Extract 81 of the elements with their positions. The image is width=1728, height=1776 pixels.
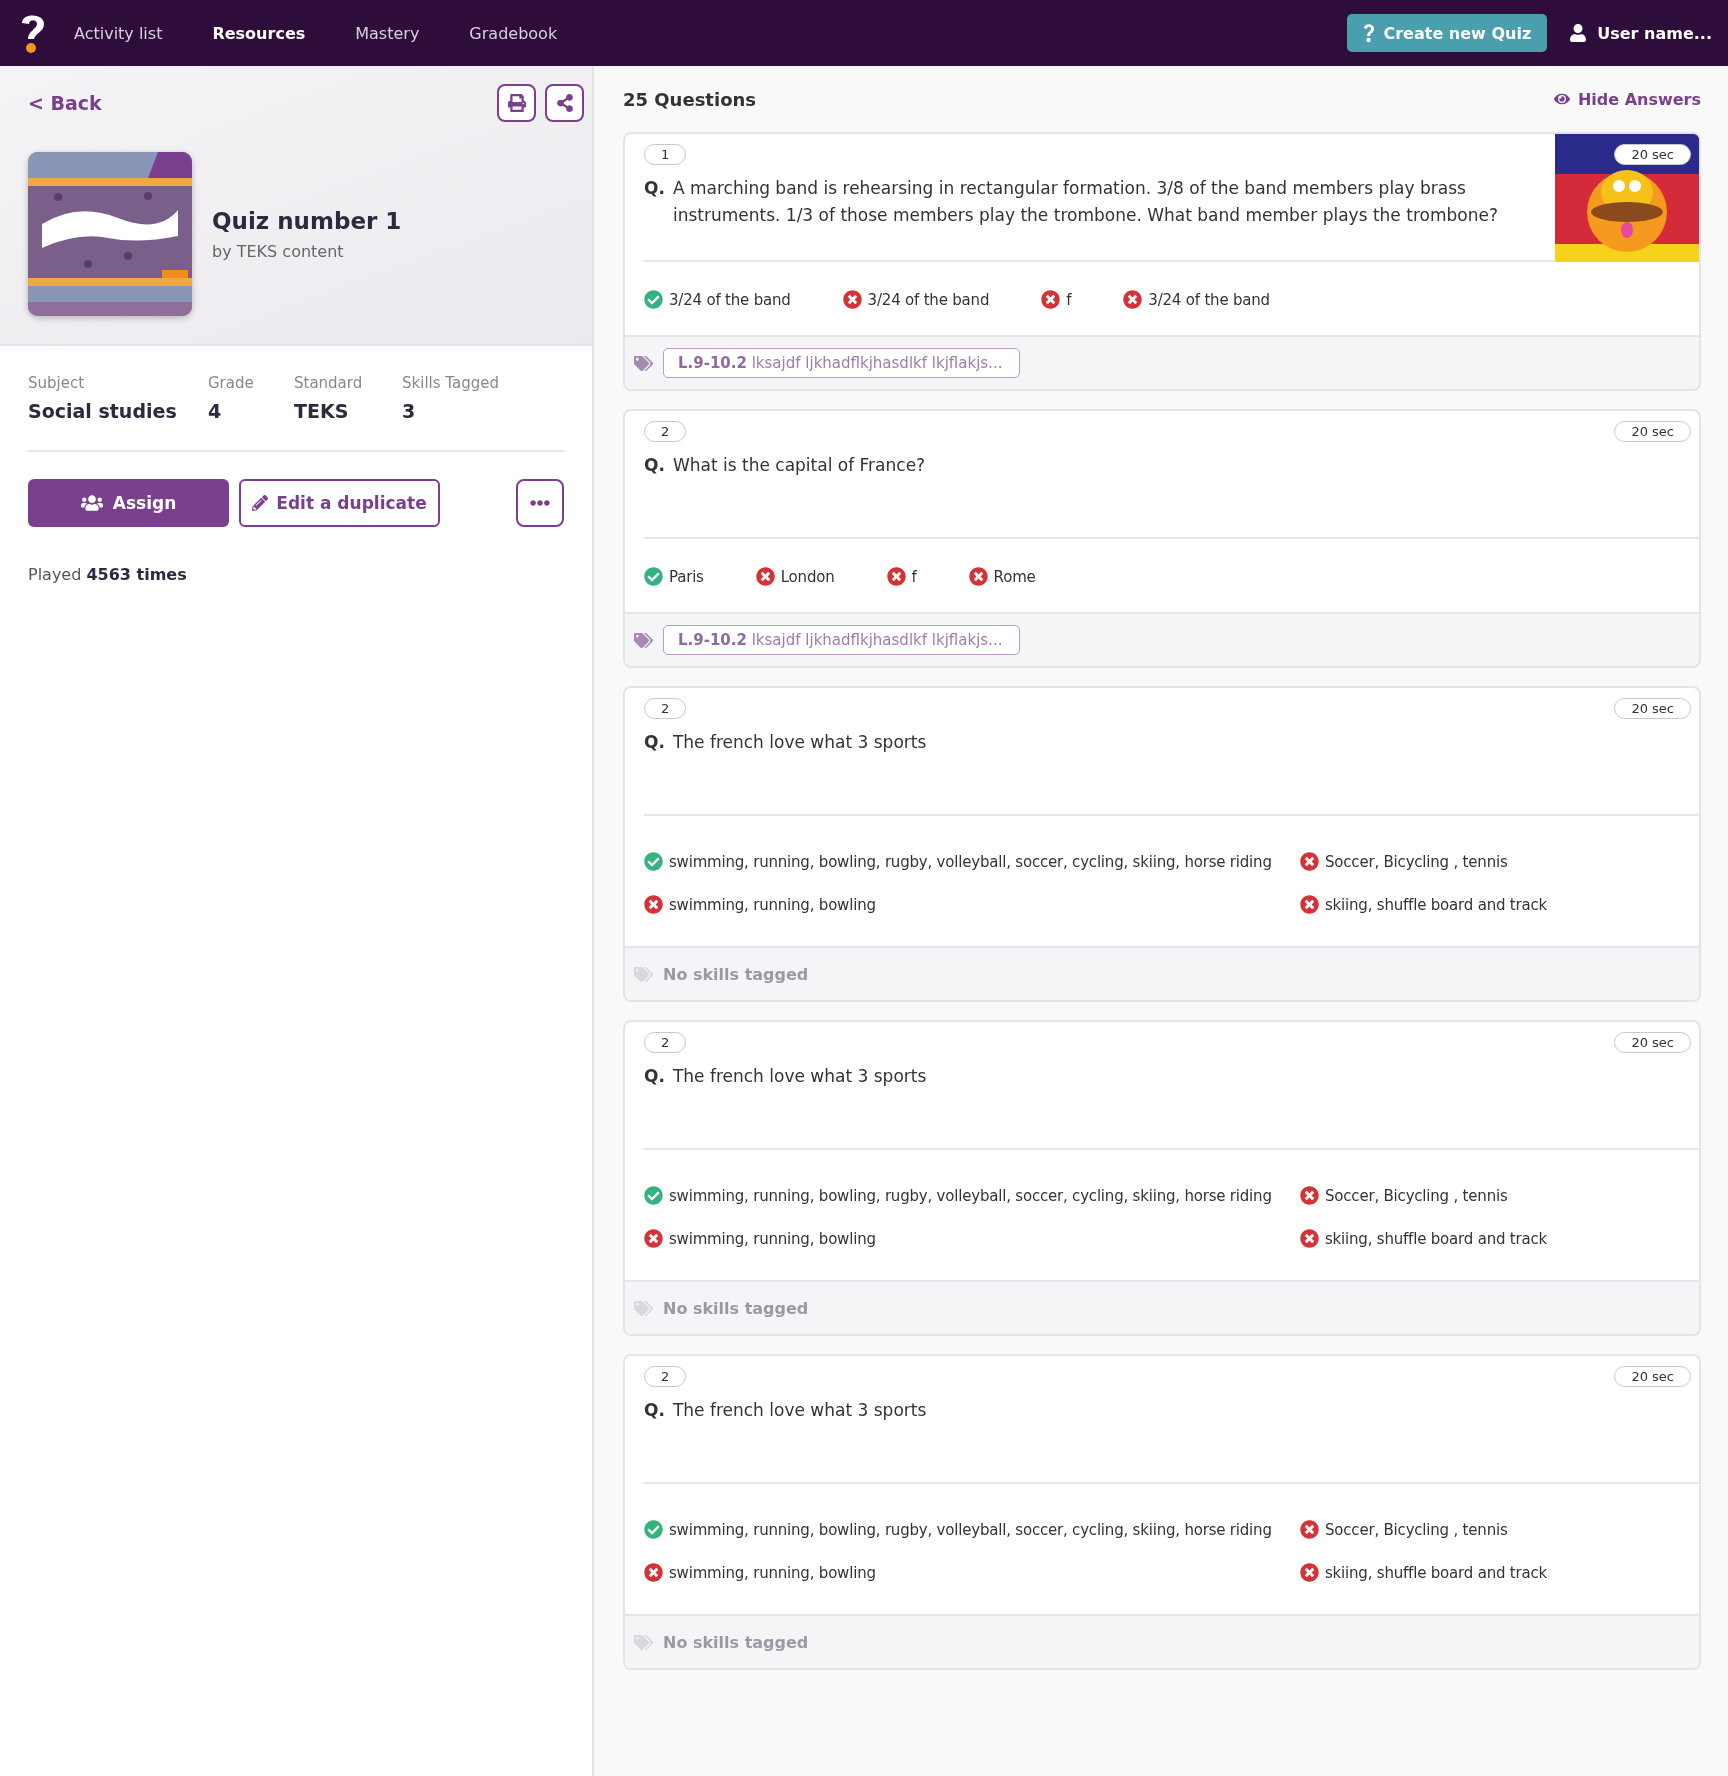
answer-text: Soccer, Bicycling , tennis	[1325, 852, 1508, 871]
answer-text: Rome	[993, 567, 1036, 586]
nav-link[interactable]: Gradebook	[469, 23, 558, 43]
assign-button[interactable]: Assign	[28, 479, 229, 527]
time-badge: 20 sec	[1614, 698, 1691, 719]
answer-text: f	[1066, 290, 1072, 309]
nav-link[interactable]: Mastery	[355, 23, 420, 43]
question-text: The french love what 3 sports	[672, 1065, 928, 1088]
no-skills-text: No skills tagged	[663, 1632, 809, 1652]
pencil-icon	[252, 495, 269, 511]
quiz-title: Quiz number 1	[212, 207, 402, 234]
answer-text: swimming, running, bowling	[669, 1563, 876, 1582]
question-prefix: Q.	[644, 177, 665, 200]
edit-duplicate-button[interactable]: Edit a duplicate	[239, 479, 440, 527]
tag-icon	[634, 964, 653, 984]
hide-answers-link[interactable]: Hide Answers	[1553, 89, 1701, 109]
stat-label: Subject	[28, 374, 86, 392]
question-number: 2	[644, 1366, 687, 1387]
more-button[interactable]	[516, 479, 564, 527]
question-prefix: Q.	[644, 454, 665, 477]
back-link[interactable]: < Back	[28, 92, 488, 114]
stat-label: Skills Tagged	[402, 374, 500, 392]
stat-value: Social studies	[28, 400, 178, 422]
question-prefix: Q.	[644, 731, 665, 754]
stat-value: TEKS	[294, 400, 350, 422]
answer-text: swimming, running, bowling, rugby, volleyball, soccer, cycling, skiing, horse riding	[669, 1520, 1272, 1539]
print-button[interactable]	[497, 84, 536, 122]
question-mark-icon	[1363, 23, 1376, 43]
nav-link[interactable]: Resources	[212, 23, 306, 43]
skill-tag[interactable]: L.9-10.2 lksajdf ljkhadflkjhasdlkf lkjflakjs...	[663, 348, 1020, 378]
tag-icon	[634, 353, 653, 373]
answer-text: 3/24 of the band	[867, 290, 990, 309]
stat-value: 4	[208, 400, 223, 422]
no-skills-text: No skills tagged	[663, 1298, 809, 1318]
answer-text: skiing, shuffle board and track	[1325, 1229, 1547, 1248]
time-badge: 20 sec	[1614, 421, 1691, 442]
question-text: A marching band is rehearsing in rectangular formation. 3/8 of the band members play brass instruments. 1/3 of those members play the trombone. What band member plays the trombone?	[672, 177, 1499, 228]
answer-text: London	[780, 567, 835, 586]
answer-text: 3/24 of the band	[1148, 290, 1270, 309]
answer-text: swimming, running, bowling	[669, 1229, 876, 1248]
question-text: The french love what 3 sports	[672, 731, 928, 754]
answer-text: Paris	[669, 567, 704, 586]
answer-text: Soccer, Bicycling , tennis	[1325, 1520, 1508, 1539]
stat-label: Standard	[294, 374, 364, 392]
people-icon	[80, 492, 103, 514]
answer-text: skiing, shuffle board and track	[1325, 1563, 1547, 1582]
time-badge: 20 sec	[1614, 1366, 1691, 1387]
question-text: The french love what 3 sports	[672, 1399, 928, 1422]
print-icon	[507, 94, 526, 112]
played-count: Played 4563 times	[27, 564, 188, 584]
user-menu[interactable]: User name...	[1569, 23, 1712, 43]
eye-icon	[1553, 91, 1570, 107]
tag-icon	[634, 1632, 653, 1652]
skill-tag[interactable]: L.9-10.2 lksajdf ljkhadflkjhasdlkf lkjflakjs...	[663, 625, 1020, 655]
time-badge: 20 sec	[1614, 144, 1691, 165]
question-text: What is the capital of France?	[672, 454, 927, 477]
answer-text: swimming, running, bowling	[669, 895, 876, 914]
question-number: 2	[644, 698, 687, 719]
question-prefix: Q.	[644, 1399, 665, 1422]
share-icon	[555, 94, 574, 112]
question-number: 2	[644, 421, 687, 442]
share-button[interactable]	[545, 84, 584, 122]
answer-text: 3/24 of the band	[669, 290, 791, 309]
stat-value: 3	[402, 400, 417, 422]
tag-icon	[634, 630, 653, 650]
tag-icon	[634, 1298, 653, 1318]
user-icon	[1569, 24, 1588, 42]
time-badge: 20 sec	[1614, 1032, 1691, 1053]
stat-label: Grade	[208, 374, 255, 392]
answer-text: Soccer, Bicycling , tennis	[1325, 1186, 1508, 1205]
question-number: 2	[644, 1032, 687, 1053]
answer-text: f	[911, 567, 917, 586]
answer-text: swimming, running, bowling, rugby, volleyball, soccer, cycling, skiing, horse riding	[669, 1186, 1272, 1205]
answer-text: skiing, shuffle board and track	[1325, 895, 1547, 914]
no-skills-text: No skills tagged	[663, 964, 809, 984]
question-count: 25 Questions	[623, 88, 758, 110]
question-prefix: Q.	[644, 1065, 665, 1088]
answer-text: swimming, running, bowling, rugby, volleyball, soccer, cycling, skiing, horse riding	[669, 852, 1272, 871]
quiz-author: by TEKS content	[212, 241, 345, 261]
nav-link[interactable]: Activity list	[74, 23, 163, 43]
question-number: 1	[644, 144, 687, 165]
